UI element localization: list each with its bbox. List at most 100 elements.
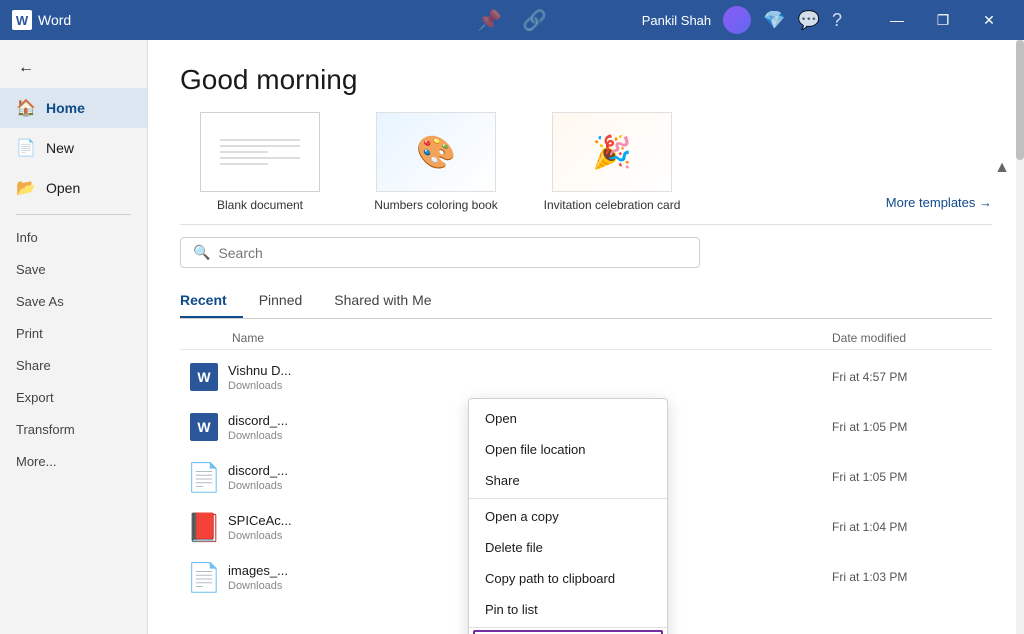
context-menu-share[interactable]: Share (469, 465, 667, 496)
gray-doc-icon: 📄 (187, 461, 222, 494)
home-icon: 🏠 (16, 98, 36, 118)
pin-icon: 📌 (477, 8, 502, 33)
file-icon-col: W (180, 359, 228, 395)
feedback-icon[interactable]: 💬 (798, 10, 820, 31)
help-icon[interactable]: ? (832, 10, 842, 31)
template-blank[interactable]: Blank document (180, 112, 340, 212)
tab-shared[interactable]: Shared with Me (318, 284, 447, 318)
context-menu-delete[interactable]: Delete file (469, 532, 667, 563)
context-menu-divider (469, 498, 667, 499)
context-menu-remove[interactable]: Remove from list (473, 630, 663, 634)
share-icon: 🔗 (522, 8, 547, 33)
sidebar-divider (16, 214, 131, 215)
context-menu-open[interactable]: Open (469, 403, 667, 434)
file-date: Fri at 4:57 PM (832, 370, 992, 384)
sidebar-item-open[interactable]: 📂 Open (0, 168, 147, 208)
context-menu-open-copy[interactable]: Open a copy (469, 501, 667, 532)
search-input[interactable] (218, 245, 687, 261)
templates-row: Blank document 🎨 Numbers coloring book 🎉… (180, 112, 992, 225)
file-icon: W (188, 409, 220, 445)
pdf-icon: 📕 (187, 511, 222, 544)
word-doc-icon: W (190, 363, 218, 391)
gray-doc-icon-2: 📄 (187, 561, 222, 594)
context-menu-copy-path[interactable]: Copy path to clipboard (469, 563, 667, 594)
sidebar: ← 🏠 Home 📄 New 📂 Open Info Save Save As … (0, 40, 148, 634)
sidebar-item-home[interactable]: 🏠 Home (0, 88, 147, 128)
scroll-up-arrow[interactable]: ▲ (994, 159, 1010, 177)
file-list-header: Name Date modified (180, 327, 992, 350)
avatar[interactable] (723, 6, 751, 34)
titlebar-center-icons: 📌 🔗 (477, 8, 547, 33)
file-date: Fri at 1:04 PM (832, 520, 992, 534)
template-blank-label: Blank document (217, 198, 303, 212)
open-icon: 📂 (16, 178, 36, 198)
sidebar-item-print[interactable]: Print (0, 317, 147, 349)
back-icon: ← (16, 59, 36, 77)
col-date: Date modified (832, 331, 992, 345)
file-icon-col: 📕 (180, 509, 228, 545)
table-row[interactable]: W Vishnu D... Downloads Fri at 4:57 PM (180, 352, 992, 402)
main-layout: ← 🏠 Home 📄 New 📂 Open Info Save Save As … (0, 40, 1024, 634)
file-icon-col: 📄 (180, 559, 228, 595)
sidebar-item-save[interactable]: Save (0, 253, 147, 285)
sidebar-item-transform[interactable]: Transform (0, 413, 147, 445)
context-menu: Open Open file location Share Open a cop… (468, 398, 668, 634)
search-bar: 🔍 (180, 237, 700, 268)
scrollbar[interactable] (1016, 40, 1024, 634)
context-menu-pin[interactable]: Pin to list (469, 594, 667, 625)
tab-pinned[interactable]: Pinned (243, 284, 319, 318)
nav-back-button[interactable]: ← (0, 48, 147, 88)
sidebar-item-save-as[interactable]: Save As (0, 285, 147, 317)
file-date: Fri at 1:05 PM (832, 420, 992, 434)
sidebar-item-export[interactable]: Export (0, 381, 147, 413)
sidebar-new-label: New (46, 140, 74, 156)
context-menu-divider-2 (469, 627, 667, 628)
titlebar-right: Pankil Shah 💎 💬 ? — ❐ ✕ (642, 0, 1012, 40)
file-icon-col: 📄 (180, 459, 228, 495)
user-name: Pankil Shah (642, 13, 711, 28)
minimize-button[interactable]: — (874, 0, 920, 40)
file-date: Fri at 1:03 PM (832, 570, 992, 584)
file-icon: W (188, 359, 220, 395)
new-icon: 📄 (16, 138, 36, 158)
template-invitation[interactable]: 🎉 Invitation celebration card (532, 112, 692, 212)
sidebar-open-label: Open (46, 180, 80, 196)
file-icon: 📕 (188, 509, 220, 545)
more-templates-link[interactable]: More templates → (886, 195, 992, 210)
tabs: Recent Pinned Shared with Me (180, 284, 992, 319)
maximize-button[interactable]: ❐ (920, 0, 966, 40)
diamond-icon[interactable]: 💎 (763, 10, 785, 31)
template-thumb-coloring: 🎨 (376, 112, 496, 192)
content-area: Good morning Blank document (148, 40, 1024, 634)
app-logo: W Word (12, 10, 71, 30)
page-title: Good morning (180, 64, 992, 96)
word-doc-icon: W (190, 413, 218, 441)
context-menu-open-location[interactable]: Open file location (469, 434, 667, 465)
scrollbar-thumb[interactable] (1016, 40, 1024, 160)
close-button[interactable]: ✕ (966, 0, 1012, 40)
tab-recent[interactable]: Recent (180, 284, 243, 318)
file-icon: 📄 (188, 559, 220, 595)
app-name: Word (38, 12, 71, 28)
sidebar-item-more[interactable]: More... (0, 445, 147, 477)
file-icon-col: W (180, 409, 228, 445)
word-icon: W (12, 10, 32, 30)
template-coloring[interactable]: 🎨 Numbers coloring book (356, 112, 516, 212)
window-controls: — ❐ ✕ (874, 0, 1012, 40)
col-name: Name (180, 331, 832, 345)
sidebar-item-new[interactable]: 📄 New (0, 128, 147, 168)
template-thumb-blank (200, 112, 320, 192)
blank-template-lines (220, 135, 300, 169)
invitation-icon: 🎉 (592, 133, 632, 171)
sidebar-item-info[interactable]: Info (0, 221, 147, 253)
file-name: Vishnu D... (228, 363, 832, 378)
file-date: Fri at 1:05 PM (832, 470, 992, 484)
sidebar-item-share[interactable]: Share (0, 349, 147, 381)
template-coloring-label: Numbers coloring book (374, 198, 497, 212)
coloring-icon: 🎨 (416, 133, 456, 171)
templates-section: Good morning Blank document (148, 40, 1024, 225)
template-invitation-label: Invitation celebration card (544, 198, 681, 212)
avatar-image (723, 6, 751, 34)
file-icon: 📄 (188, 459, 220, 495)
file-path: Downloads (228, 380, 832, 392)
